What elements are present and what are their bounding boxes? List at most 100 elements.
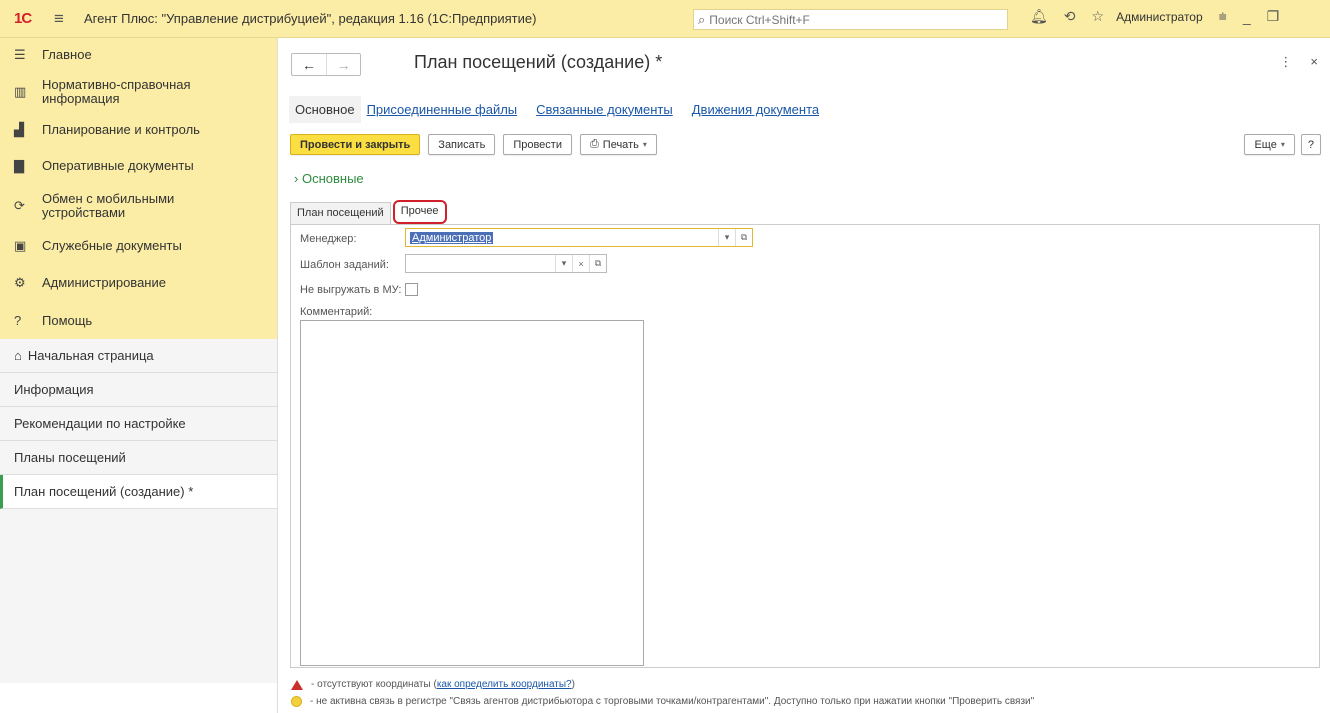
chevron-down-icon[interactable]: ▾ — [555, 255, 572, 272]
clear-icon[interactable]: × — [572, 255, 589, 272]
window-label: План посещений (создание) * — [14, 484, 194, 499]
print-label: Печать — [602, 138, 639, 151]
user-name[interactable]: Администратор — [1116, 10, 1203, 24]
search-icon: ⌕ — [698, 11, 706, 27]
sidebar-item-help[interactable]: ? Помощь — [0, 302, 277, 339]
sidebar-item-label: Служебные документы — [42, 238, 182, 253]
sidebar-item-label: Планирование и контроль — [42, 122, 200, 137]
open-icon[interactable]: ⧉ — [589, 255, 606, 272]
sidebar-item-label: Обмен с мобильными устройствами — [42, 191, 175, 220]
menu-icon: ☰ — [14, 47, 26, 62]
sidebar-item-planning[interactable]: ▟ Планирование и контроль — [0, 112, 277, 148]
window-visit-plan-create[interactable]: План посещений (создание) * — [0, 475, 277, 509]
no-upload-checkbox[interactable] — [405, 283, 419, 296]
chevron-down-icon: ▾ — [1280, 140, 1285, 149]
yellow-circle-icon — [291, 696, 302, 707]
comment-textarea[interactable] — [300, 320, 644, 666]
history-icon[interactable]: ⟲ — [1064, 8, 1076, 25]
search-box[interactable]: ⌕ — [693, 9, 1008, 30]
settings-menu-icon[interactable]: ⩧ — [1219, 8, 1227, 25]
toolbar-right: Еще ▾ ? — [1244, 134, 1321, 155]
bell-icon[interactable]: 🔔︎ — [1030, 8, 1048, 25]
chevron-down-icon[interactable]: ▾ — [718, 229, 735, 246]
sidebar-item-label: Главное — [42, 47, 92, 62]
sidebar: ☰ Главное ▥ Нормативно-справочная информ… — [0, 38, 278, 713]
note-text: - отсутствуют координаты ( — [311, 679, 437, 690]
comment-label: Комментарий: — [300, 306, 373, 318]
window-label: Информация — [14, 382, 94, 397]
sidebar-item-label: Администрирование — [42, 275, 166, 290]
sync-icon: ⟳ — [14, 198, 25, 213]
window-recommendations[interactable]: Рекомендации по настройке — [0, 407, 277, 441]
sidebar-item-admin[interactable]: ⚙ Администрирование — [0, 264, 277, 302]
note-inactive-link: - не активна связь в регистре "Связь аге… — [291, 693, 1034, 710]
legend-notes: - отсутствуют координаты ( как определит… — [291, 676, 1034, 710]
star-icon[interactable]: ☆ — [1092, 8, 1105, 25]
maximize-icon[interactable]: ❐ — [1267, 8, 1280, 25]
manager-field[interactable]: Администратор ▾ ⧉ — [405, 228, 753, 247]
more-actions-icon[interactable]: ⋮ — [1279, 54, 1292, 70]
save-button[interactable]: Записать — [428, 134, 496, 155]
sidebar-item-label: Оперативные документы — [42, 158, 194, 173]
section-header-label: Основные — [301, 171, 364, 186]
more-label: Еще — [1254, 138, 1277, 151]
window-info[interactable]: Информация — [0, 373, 277, 407]
note-text-end: ) — [571, 679, 575, 690]
gear-icon: ⚙ — [14, 275, 26, 290]
post-and-close-button[interactable]: Провести и закрыть — [290, 134, 421, 155]
document-tabs: Основное Присоединенные файлы Связанные … — [289, 95, 838, 123]
window-home[interactable]: ⌂ Начальная страница — [0, 339, 277, 373]
window-visit-plans[interactable]: Планы посещений — [0, 441, 277, 475]
tab-main[interactable]: Основное — [289, 95, 361, 123]
template-field[interactable]: ▾ × ⧉ — [405, 254, 607, 273]
forward-icon[interactable]: → — [326, 54, 360, 75]
post-button[interactable]: Провести — [503, 134, 572, 155]
tab-attached-files[interactable]: Присоединенные файлы — [367, 102, 518, 117]
chevron-down-icon: ▾ — [642, 140, 647, 149]
no-upload-row: Не выгружать в МУ: — [300, 283, 419, 296]
1c-logo: 1C — [14, 10, 32, 27]
sidebar-item-nsi[interactable]: ▥ Нормативно-справочная информация — [0, 72, 277, 112]
nav-buttons: ← → — [291, 53, 361, 76]
tab-related-docs[interactable]: Связанные документы — [536, 102, 673, 117]
printer-icon: ⎙ — [589, 138, 599, 150]
sidebar-empty — [0, 509, 277, 683]
print-button[interactable]: ⎙ Печать ▾ — [579, 134, 657, 155]
tab-other[interactable]: Прочее — [392, 200, 447, 224]
sidebar-item-operative-docs[interactable]: ▇ Оперативные документы — [0, 148, 277, 184]
search-input[interactable] — [709, 12, 990, 27]
title-bar: 1C ≡ Агент Плюс: "Управление дистрибуцие… — [0, 0, 1330, 38]
home-icon: ⌂ — [14, 348, 22, 363]
sidebar-item-mobile-exchange[interactable]: ⟳ Обмен с мобильными устройствами — [0, 184, 277, 228]
note-text: - не активна связь в регистре "Связь аге… — [310, 696, 1035, 707]
service-docs-icon: ▣ — [14, 238, 27, 253]
tab-visit-plan[interactable]: План посещений — [290, 202, 391, 224]
back-icon[interactable]: ← — [292, 54, 326, 75]
window-label: Планы посещений — [14, 450, 126, 465]
manager-value: Администратор — [410, 231, 494, 244]
chevron-right-icon: › — [294, 171, 299, 186]
help-button[interactable]: ? — [1300, 134, 1321, 155]
app-title: Агент Плюс: "Управление дистрибуцией", р… — [84, 11, 537, 26]
template-label: Шаблон заданий: — [300, 259, 389, 271]
section-header-main[interactable]: › Основные — [294, 171, 364, 186]
sidebar-item-service-docs[interactable]: ▣ Служебные документы — [0, 228, 277, 264]
close-icon[interactable]: × — [1310, 54, 1318, 70]
catalog-icon: ▥ — [14, 84, 27, 99]
sidebar-item-label: Помощь — [42, 312, 93, 328]
documents-icon: ▇ — [14, 158, 24, 173]
titlebar-icons: 🔔︎ ⟲ ☆ Администратор ⩧ _ ❐ — [1030, 8, 1279, 25]
sidebar-sections: ☰ Главное ▥ Нормативно-справочная информ… — [0, 38, 277, 339]
minimize-icon[interactable]: _ — [1243, 9, 1251, 25]
other-tab-panel: Менеджер: Администратор ▾ ⧉ Шаблон задан… — [290, 224, 1320, 668]
sidebar-item-main[interactable]: ☰ Главное — [0, 38, 277, 72]
open-icon[interactable]: ⧉ — [735, 229, 752, 246]
chart-icon: ▟ — [14, 122, 24, 137]
inner-tabs: План посещений Прочее — [290, 200, 447, 224]
no-upload-label: Не выгружать в МУ: — [300, 283, 402, 296]
more-button[interactable]: Еще ▾ — [1244, 134, 1295, 155]
how-to-find-coordinates-link[interactable]: как определить координаты? — [437, 679, 572, 690]
window-label: Начальная страница — [27, 348, 154, 363]
main-menu-icon[interactable]: ≡ — [54, 9, 76, 29]
tab-document-movements[interactable]: Движения документа — [692, 102, 819, 117]
